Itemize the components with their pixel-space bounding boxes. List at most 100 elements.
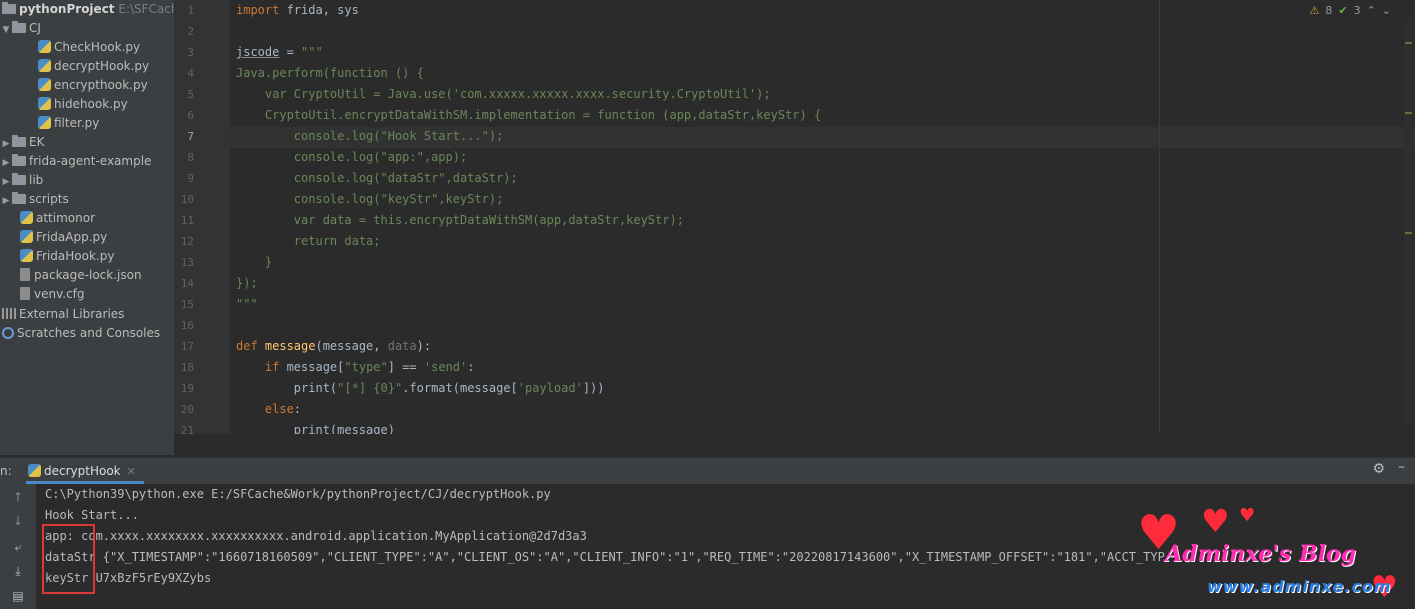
warning-marker[interactable] bbox=[1405, 42, 1412, 44]
line-number: 13 bbox=[180, 256, 194, 269]
tree-item-project-root[interactable]: pythonProject E:\SFCache& bbox=[2, 0, 174, 19]
line-number: 19 bbox=[180, 382, 194, 395]
tree-item-file[interactable]: filter.py bbox=[38, 114, 99, 133]
tree-item-folder[interactable]: ▶ frida-agent-example bbox=[0, 152, 151, 171]
python-file-icon bbox=[38, 78, 51, 91]
python-file-icon bbox=[20, 211, 33, 224]
keyword: else bbox=[236, 402, 294, 416]
console-line: Hook Start... bbox=[45, 508, 139, 522]
code-line-13: } bbox=[236, 255, 273, 269]
line-number: 17 bbox=[180, 340, 194, 353]
tree-item-file[interactable]: hidehook.py bbox=[38, 95, 128, 114]
tree-item-file[interactable]: CheckHook.py bbox=[38, 38, 140, 57]
function-name: message bbox=[257, 339, 316, 353]
keyword: def bbox=[236, 339, 258, 353]
tree-item-label: External Libraries bbox=[19, 307, 125, 321]
string-literal: 'send' bbox=[423, 360, 468, 374]
code-line-6: CryptoUtil.encryptDataWithSM.implementat… bbox=[236, 108, 822, 122]
console-line: C:\Python39\python.exe E:/SFCache&Work/p… bbox=[45, 487, 551, 501]
code-line-8: console.log("app:",app); bbox=[236, 150, 468, 164]
tree-item-folder[interactable]: ▼ CJ bbox=[0, 19, 41, 38]
code-line-3: jscode = """ bbox=[236, 42, 323, 63]
line-number: 15 bbox=[180, 298, 194, 311]
line-number: 14 bbox=[180, 277, 194, 290]
code-text: : bbox=[293, 402, 302, 416]
code-line-4: Java.perform(function () { bbox=[236, 66, 424, 80]
folder-icon bbox=[12, 173, 26, 185]
inspection-widget[interactable]: ⚠ 8 ✔ 3 ⌃ ⌄ bbox=[1309, 4, 1391, 17]
scratches-icon bbox=[2, 327, 14, 339]
down-arrow-icon[interactable]: ↓ bbox=[11, 513, 25, 529]
code-line-10: console.log("keyStr",keyStr); bbox=[236, 192, 504, 206]
tree-item-label: lib bbox=[29, 173, 44, 187]
string-literal: """ bbox=[301, 45, 323, 59]
tree-item-file[interactable]: encrypthook.py bbox=[38, 76, 148, 95]
tree-item-file[interactable]: venv.cfg bbox=[20, 285, 85, 304]
unused-parameter: data bbox=[387, 339, 417, 353]
right-margin-guide bbox=[1159, 0, 1160, 434]
folder-icon bbox=[12, 192, 26, 204]
gear-icon[interactable]: ⚙ bbox=[1372, 461, 1385, 477]
tree-item-folder[interactable]: ▶ EK bbox=[0, 133, 44, 152]
chevron-right-icon[interactable]: ▶ bbox=[0, 192, 12, 211]
keyword: import bbox=[236, 3, 280, 17]
run-label: n: bbox=[0, 464, 12, 478]
tree-item-external-libraries[interactable]: External Libraries bbox=[2, 305, 124, 324]
line-number: 16 bbox=[180, 319, 194, 332]
minimize-icon[interactable]: – bbox=[1398, 459, 1405, 475]
console-line: dataStr {"X_TIMESTAMP":"1660718160509","… bbox=[45, 550, 1165, 564]
tree-item-folder[interactable]: ▶ lib bbox=[0, 171, 43, 190]
warning-marker[interactable] bbox=[1405, 232, 1412, 234]
python-file-icon bbox=[38, 116, 51, 129]
check-icon: ✔ bbox=[1338, 4, 1348, 17]
print-icon[interactable]: ▤ bbox=[11, 588, 25, 604]
code-line-15: """ bbox=[236, 297, 258, 311]
code-editor[interactable]: ⚠ 8 ✔ 3 ⌃ ⌄ import frida, sys jscode = """… bbox=[230, 0, 1415, 434]
python-file-icon bbox=[38, 97, 51, 110]
tree-item-scratches[interactable]: Scratches and Consoles bbox=[2, 324, 160, 343]
folder-icon bbox=[12, 135, 26, 147]
folder-icon bbox=[12, 154, 26, 166]
code-line-17: def message(message, data): bbox=[236, 336, 431, 357]
editor-scrollbar[interactable] bbox=[1404, 22, 1413, 422]
config-file-icon bbox=[20, 287, 30, 300]
tree-item-file[interactable]: decryptHook.py bbox=[38, 57, 149, 76]
folder-icon bbox=[12, 21, 26, 33]
tree-item-folder[interactable]: ▶ scripts bbox=[0, 190, 69, 209]
code-text: ): bbox=[416, 339, 432, 353]
chevron-up-icon[interactable]: ⌃ bbox=[1367, 4, 1376, 17]
line-number: 8 bbox=[187, 151, 194, 164]
run-tool-window-header: n: decryptHook ✕ ⚙ – bbox=[0, 457, 1415, 485]
scroll-to-end-icon[interactable]: ⤓ bbox=[11, 563, 25, 579]
code-line-1: import frida, sys bbox=[236, 0, 359, 21]
python-file-icon bbox=[20, 249, 33, 262]
tree-item-file[interactable]: FridaApp.py bbox=[20, 228, 107, 247]
soft-wrap-icon[interactable]: ⤶ bbox=[11, 539, 25, 555]
tree-item-label: FridaHook.py bbox=[36, 249, 115, 263]
project-tool-window: pythonProject E:\SFCache& ▼ CJ CheckHook.… bbox=[0, 0, 174, 455]
warning-marker[interactable] bbox=[1405, 112, 1412, 114]
code-line-20: else: bbox=[236, 399, 301, 420]
tree-item-file[interactable]: FridaHook.py bbox=[20, 247, 114, 266]
tree-item-file[interactable]: package-lock.json bbox=[20, 266, 142, 285]
folder-icon bbox=[2, 2, 16, 14]
warning-count: 8 bbox=[1325, 4, 1333, 17]
chevron-down-icon[interactable]: ⌄ bbox=[1382, 4, 1391, 17]
project-root-path: E:\SFCache& bbox=[118, 2, 174, 16]
close-icon[interactable]: ✕ bbox=[127, 465, 136, 478]
tree-item-file[interactable]: attimonor bbox=[20, 209, 95, 228]
library-icon bbox=[2, 308, 16, 319]
line-number: 5 bbox=[187, 88, 194, 101]
chevron-down-icon[interactable]: ▼ bbox=[0, 21, 12, 40]
up-arrow-icon[interactable]: ↑ bbox=[11, 489, 25, 505]
line-number-gutter[interactable]: 1 2 3 4 5 6 7 8 9 10 11 12 13 14 15 16 1… bbox=[174, 0, 230, 437]
code-text: ])) bbox=[582, 381, 605, 395]
line-number: 21 bbox=[180, 424, 194, 437]
run-console-output[interactable]: C:\Python39\python.exe E:/SFCache&Work/p… bbox=[36, 484, 1415, 609]
run-tab-label: decryptHook bbox=[44, 464, 121, 478]
keyword: if bbox=[236, 360, 280, 374]
variable: jscode bbox=[236, 45, 280, 59]
warning-icon: ⚠ bbox=[1309, 4, 1320, 17]
run-tab-decrypthook[interactable]: decryptHook ✕ bbox=[26, 458, 144, 484]
project-root-name: pythonProject bbox=[19, 2, 115, 16]
